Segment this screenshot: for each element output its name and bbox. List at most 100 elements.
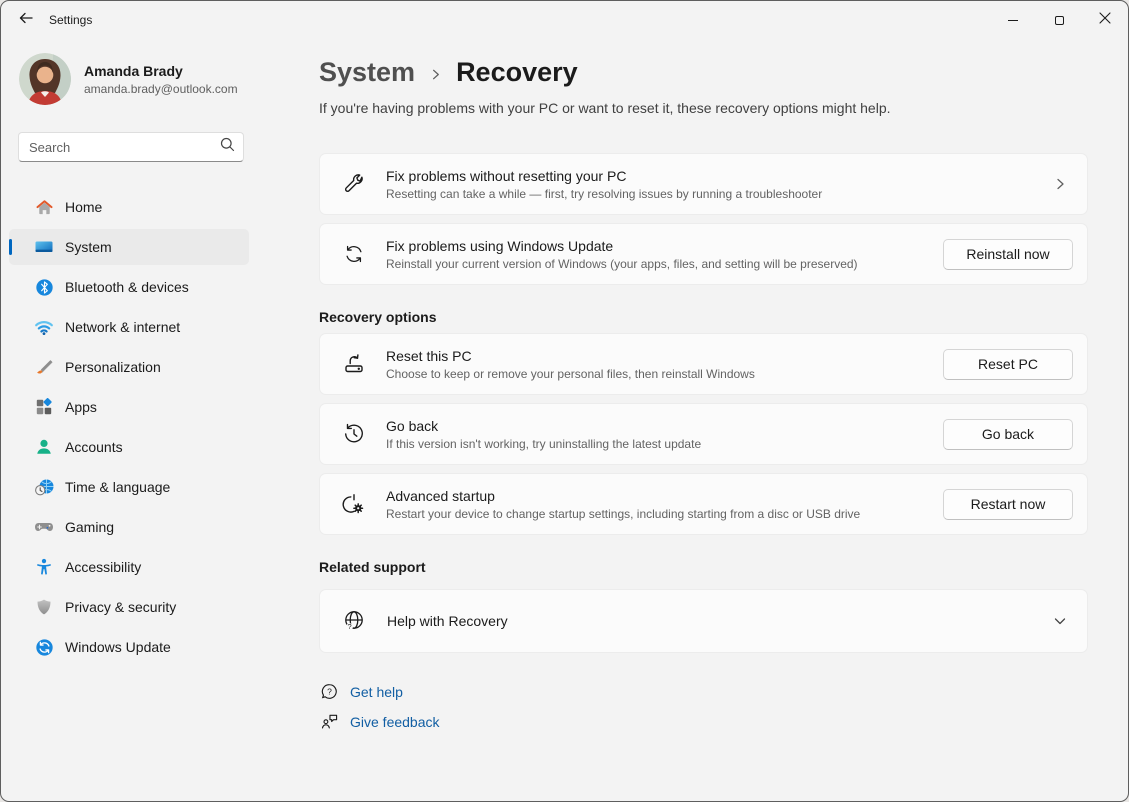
search-box[interactable] — [18, 132, 244, 162]
card-description: Choose to keep or remove your personal f… — [386, 367, 931, 381]
sidebar-item-label: Accounts — [65, 439, 123, 455]
card-description: Restart your device to change startup se… — [386, 507, 931, 521]
give-feedback-link[interactable]: Give feedback — [319, 713, 1088, 730]
sidebar: Amanda Brady amanda.brady@outlook.com — [1, 39, 303, 801]
help-card-title: Help with Recovery — [387, 613, 1053, 629]
maximize-button[interactable] — [1036, 2, 1082, 38]
sidebar-item-time-language[interactable]: Time & language — [9, 469, 249, 505]
sidebar-item-home[interactable]: Home — [9, 189, 249, 225]
profile-email: amanda.brady@outlook.com — [84, 82, 238, 96]
system-icon — [34, 237, 54, 257]
main-content: System Recovery If you're having problem… — [303, 39, 1128, 801]
back-button[interactable] — [9, 5, 43, 35]
card-reset-this-pc: Reset this PC Choose to keep or remove y… — [319, 333, 1088, 395]
card-fix-problems-windows-update: Fix problems using Windows Update Reinst… — [319, 223, 1088, 285]
section-related-support: Related support — [319, 559, 1088, 575]
get-help-link[interactable]: ? Get help — [319, 683, 1088, 700]
wrench-icon — [341, 172, 367, 196]
card-title: Fix problems using Windows Update — [386, 238, 931, 254]
give-feedback-label: Give feedback — [350, 714, 440, 730]
close-button[interactable] — [1082, 2, 1128, 38]
sidebar-item-personalization[interactable]: Personalization — [9, 349, 249, 385]
sidebar-item-privacy-security[interactable]: Privacy & security — [9, 589, 249, 625]
sidebar-nav: Home System — [9, 189, 303, 665]
search-icon — [220, 137, 235, 157]
sidebar-item-apps[interactable]: Apps — [9, 389, 249, 425]
globe-help-icon: ? — [341, 609, 367, 633]
help-bubble-icon: ? — [319, 683, 339, 700]
sidebar-item-label: Home — [65, 199, 102, 215]
bluetooth-icon — [34, 277, 54, 297]
sidebar-item-label: Gaming — [65, 519, 114, 535]
sidebar-item-windows-update[interactable]: Windows Update — [9, 629, 249, 665]
card-description: If this version isn't working, try unins… — [386, 437, 931, 451]
sidebar-item-label: System — [65, 239, 112, 255]
sidebar-item-system[interactable]: System — [9, 229, 249, 265]
card-title: Fix problems without resetting your PC — [386, 168, 1041, 184]
section-recovery-options: Recovery options — [319, 309, 1088, 325]
chevron-right-icon — [1053, 177, 1067, 191]
card-description: Reinstall your current version of Window… — [386, 257, 931, 271]
sidebar-item-label: Windows Update — [65, 639, 171, 655]
sidebar-item-label: Time & language — [65, 479, 170, 495]
sync-icon — [341, 243, 367, 265]
go-back-button[interactable]: Go back — [943, 419, 1073, 450]
settings-window: Settings — [0, 0, 1129, 802]
shield-icon — [34, 597, 54, 617]
close-icon — [1099, 11, 1111, 29]
svg-text:?: ? — [327, 686, 332, 696]
card-help-with-recovery[interactable]: ? Help with Recovery — [319, 589, 1088, 653]
sidebar-item-gaming[interactable]: Gaming — [9, 509, 249, 545]
sidebar-item-accessibility[interactable]: Accessibility — [9, 549, 249, 585]
advanced-startup-icon — [341, 492, 367, 516]
sidebar-item-accounts[interactable]: Accounts — [9, 429, 249, 465]
breadcrumb-system[interactable]: System — [319, 57, 415, 88]
home-icon — [34, 197, 54, 217]
minimize-button[interactable] — [990, 2, 1036, 38]
chevron-down-icon — [1053, 614, 1067, 628]
card-advanced-startup: Advanced startup Restart your device to … — [319, 473, 1088, 535]
minimize-icon — [1008, 20, 1018, 21]
maximize-icon — [1055, 16, 1064, 25]
card-description: Resetting can take a while — first, try … — [386, 187, 1041, 201]
avatar — [19, 53, 71, 105]
sidebar-item-network-internet[interactable]: Network & internet — [9, 309, 249, 345]
sidebar-item-label: Apps — [65, 399, 97, 415]
breadcrumb-chevron-icon — [429, 68, 442, 81]
reinstall-now-button[interactable]: Reinstall now — [943, 239, 1073, 270]
card-go-back: Go back If this version isn't working, t… — [319, 403, 1088, 465]
card-title: Go back — [386, 418, 931, 434]
card-title: Reset this PC — [386, 348, 931, 364]
back-arrow-icon — [18, 10, 34, 31]
svg-text:?: ? — [348, 622, 352, 631]
search-input[interactable] — [29, 140, 220, 155]
apps-icon — [34, 397, 54, 417]
wifi-icon — [34, 317, 54, 337]
sidebar-item-label: Privacy & security — [65, 599, 176, 615]
accessibility-icon — [34, 557, 54, 577]
sidebar-item-label: Bluetooth & devices — [65, 279, 189, 295]
titlebar: Settings — [1, 1, 1128, 39]
reset-pc-button[interactable]: Reset PC — [943, 349, 1073, 380]
profile[interactable]: Amanda Brady amanda.brady@outlook.com — [19, 53, 303, 105]
sidebar-item-label: Accessibility — [65, 559, 141, 575]
card-title: Advanced startup — [386, 488, 931, 504]
clock-globe-icon — [34, 477, 54, 497]
restart-now-button[interactable]: Restart now — [943, 489, 1073, 520]
update-icon — [34, 637, 54, 657]
brush-icon — [34, 357, 54, 377]
sidebar-item-label: Network & internet — [65, 319, 180, 335]
page-title: Recovery — [456, 57, 578, 88]
reset-pc-icon — [341, 352, 367, 376]
sidebar-item-bluetooth-devices[interactable]: Bluetooth & devices — [9, 269, 249, 305]
feedback-icon — [319, 713, 339, 730]
gamepad-icon — [34, 517, 54, 537]
profile-name: Amanda Brady — [84, 63, 238, 79]
window-title: Settings — [49, 13, 92, 27]
breadcrumb: System Recovery — [319, 57, 1088, 88]
history-icon — [341, 422, 367, 446]
get-help-label: Get help — [350, 684, 403, 700]
person-icon — [34, 437, 54, 457]
support-links: ? Get help Give feedback — [319, 683, 1088, 730]
card-fix-problems-troubleshooter[interactable]: Fix problems without resetting your PC R… — [319, 153, 1088, 215]
